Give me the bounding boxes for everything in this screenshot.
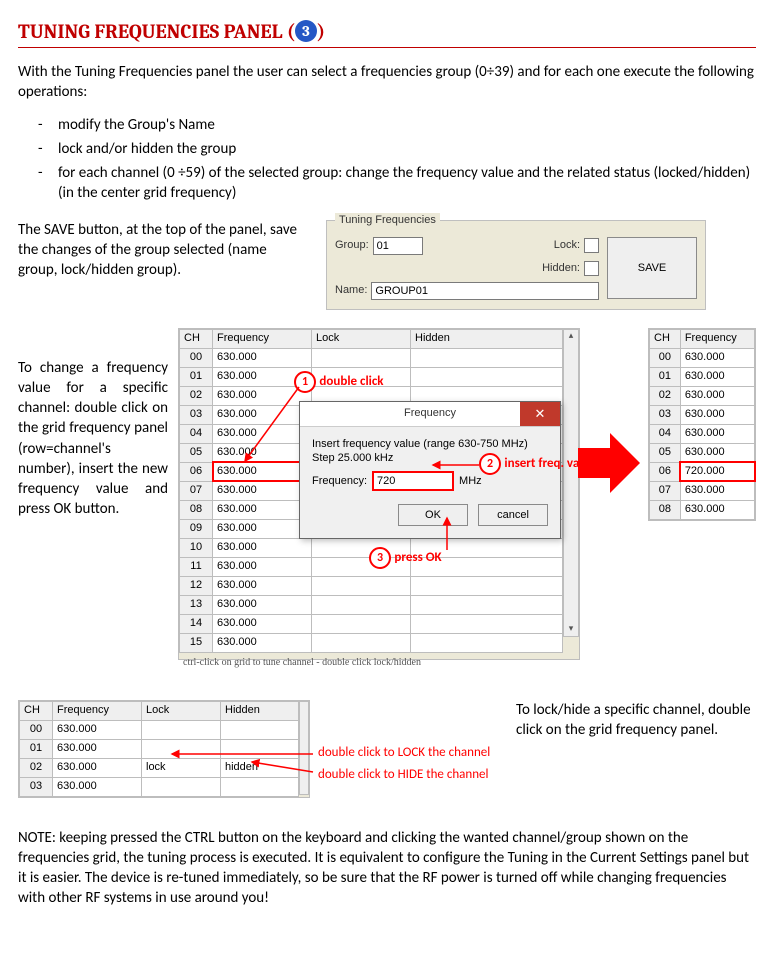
save-paragraph: The SAVE button, at the top of the panel… — [18, 220, 308, 281]
lockhide-paragraph: To lock/hide a specific channel, double … — [516, 700, 756, 741]
grid-hint: ctrl-click on grid to tune channel - dou… — [179, 653, 579, 673]
step-1-label: double click — [319, 374, 383, 389]
annotation-press-ok: 3 press OK — [369, 547, 442, 569]
col-frequency: Frequency — [680, 329, 754, 348]
table-row: 01630.000 — [20, 739, 299, 758]
step-3-label: press OK — [394, 550, 441, 565]
frequency-unit: MHz — [459, 474, 482, 489]
dialog-title: Frequency — [404, 406, 456, 421]
title-prefix: TUNING FREQUENCIES PANEL ( — [18, 20, 295, 43]
table-row: 00630.000 — [20, 720, 299, 739]
table-row: 02630.000 — [650, 386, 755, 405]
frequency-input[interactable] — [373, 472, 453, 490]
table-row: 02630.000lockhidden — [20, 758, 299, 777]
big-arrow-icon — [578, 448, 610, 478]
table-header-row: CH Frequency Lock Hidden — [180, 329, 563, 348]
group-name-input[interactable] — [371, 282, 599, 300]
col-ch: CH — [650, 329, 681, 348]
change-frequency-paragraph: To change a frequency value for a specif… — [18, 358, 168, 520]
step-1-icon: 1 — [294, 371, 316, 393]
list-item: lock and/or hidden the group — [58, 139, 756, 159]
table-row: 12630.000 — [180, 576, 563, 595]
step-2-icon: 2 — [479, 453, 501, 475]
grid-scrollbar[interactable]: ▴▾ — [563, 329, 579, 637]
lockhide-grid-panel: CHFrequencyLockHidden 00630.000 01630.00… — [18, 700, 310, 798]
table-row: 01630.000 — [650, 367, 755, 386]
col-hidden: Hidden — [221, 701, 299, 720]
lockhide-scrollbar[interactable] — [299, 701, 309, 795]
close-icon: ✕ — [535, 405, 546, 423]
hidden-label: Hidden: — [542, 261, 580, 276]
table-row: 00630.000 — [180, 348, 563, 367]
annotation-hide: double click to HIDE the channel — [318, 766, 489, 784]
table-row: 05630.000 — [650, 443, 755, 462]
title-badge-icon: 3 — [295, 20, 317, 42]
table-row: 15630.000 — [180, 633, 563, 652]
col-frequency: Frequency — [53, 701, 142, 720]
table-row: 03630.000 — [650, 405, 755, 424]
list-item: modify the Group's Name — [58, 115, 756, 135]
table-row: 04630.000 — [650, 424, 755, 443]
dialog-hint-1: Insert frequency value (range 630-750 MH… — [312, 437, 548, 452]
intro-paragraph: With the Tuning Frequencies panel the us… — [18, 62, 756, 103]
frequency-label: Frequency: — [312, 474, 367, 489]
save-button[interactable]: SAVE — [607, 237, 697, 299]
result-grid[interactable]: CHFrequency 00630.000 01630.000 02630.00… — [649, 329, 755, 520]
dialog-ok-button[interactable]: OK — [398, 504, 468, 526]
col-lock: Lock — [312, 329, 411, 348]
table-row: 14630.000 — [180, 614, 563, 633]
lock-label: Lock: — [554, 238, 580, 253]
dialog-close-button[interactable]: ✕ — [520, 402, 560, 426]
col-hidden: Hidden — [411, 329, 563, 348]
group-select[interactable] — [373, 237, 423, 255]
table-row: 06720.000 — [650, 462, 755, 481]
lockhide-grid[interactable]: CHFrequencyLockHidden 00630.000 01630.00… — [19, 701, 299, 797]
scroll-up-icon[interactable]: ▴ — [569, 330, 574, 342]
table-row: 00630.000 — [650, 348, 755, 367]
frequency-grid-panel: CH Frequency Lock Hidden 00630.000 01630… — [178, 328, 580, 660]
title-suffix: ) — [317, 20, 325, 43]
dialog-cancel-button[interactable]: cancel — [478, 504, 548, 526]
hidden-checkbox[interactable] — [584, 261, 599, 276]
list-item: for each channel (0 ÷59) of the selected… — [58, 163, 756, 204]
table-row: 07630.000 — [650, 481, 755, 500]
page-title: TUNING FREQUENCIES PANEL (3) — [18, 18, 756, 48]
table-row: 13630.000 — [180, 595, 563, 614]
step-3-icon: 3 — [369, 547, 391, 569]
lock-checkbox[interactable] — [584, 238, 599, 253]
name-label: Name: — [335, 283, 367, 298]
result-grid-panel: CHFrequency 00630.000 01630.000 02630.00… — [648, 328, 756, 521]
annotation-double-click: 1 double click — [294, 371, 384, 393]
note-paragraph: NOTE: keeping pressed the CTRL button on… — [18, 828, 756, 909]
table-row: 03630.000 — [20, 777, 299, 796]
group-label: Group: — [335, 238, 369, 253]
col-ch: CH — [180, 329, 213, 348]
col-lock: Lock — [142, 701, 221, 720]
col-frequency: Frequency — [213, 329, 312, 348]
groupbox-title: Tuning Frequencies — [335, 213, 440, 228]
col-ch: CH — [20, 701, 53, 720]
tuning-frequencies-panel: Tuning Frequencies Group: Lock: Hidden: … — [326, 220, 706, 310]
operations-list: modify the Group's Name lock and/or hidd… — [18, 115, 756, 204]
annotation-lock: double click to LOCK the channel — [318, 744, 490, 762]
table-row: 08630.000 — [650, 500, 755, 519]
scroll-down-icon[interactable]: ▾ — [569, 623, 574, 635]
